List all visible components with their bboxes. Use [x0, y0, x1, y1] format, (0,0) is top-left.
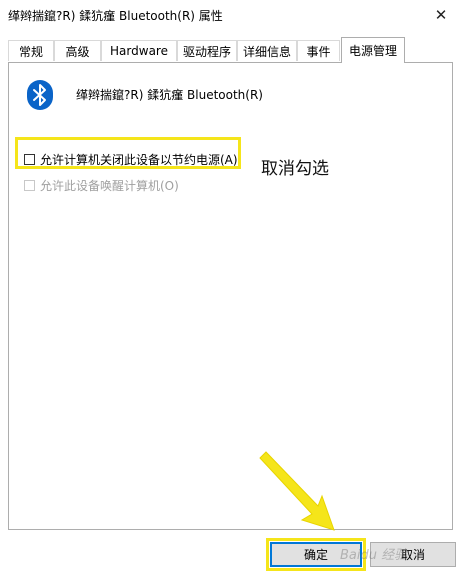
allow-wake-option: 允许此设备唤醒计算机(O) [24, 177, 179, 194]
tab-details[interactable]: 详细信息 [237, 40, 297, 61]
annotation-text: 取消勾选 [261, 159, 329, 179]
close-icon: ✕ [434, 6, 448, 24]
title-bar: 缂辫揣鑹?R) 鍒犺瘽 Bluetooth(R) 属性 ✕ [0, 0, 462, 31]
tab-events[interactable]: 事件 [297, 40, 340, 61]
allow-power-off-checkbox[interactable] [24, 154, 35, 165]
tab-panel [8, 62, 453, 530]
allow-wake-checkbox [24, 180, 35, 191]
watermark: Baidu 经验 [340, 548, 408, 563]
allow-wake-label: 允许此设备唤醒计算机(O) [40, 179, 179, 193]
tab-advanced[interactable]: 高级 [54, 40, 101, 61]
window-title: 缂辫揣鑹?R) 鍒犺瘽 Bluetooth(R) 属性 [8, 9, 223, 23]
tab-driver[interactable]: 驱动程序 [177, 40, 237, 61]
allow-power-off-label: 允许计算机关闭此设备以节约电源(A) [40, 153, 238, 167]
close-button[interactable]: ✕ [428, 3, 454, 27]
arrow-annotation-icon [259, 451, 335, 531]
tab-power-management[interactable]: 电源管理 [341, 37, 405, 63]
tab-hardware[interactable]: Hardware [101, 40, 177, 61]
device-name: 缂辫揣鑹?R) 鍒犺瘽 Bluetooth(R) [76, 88, 263, 102]
tab-general[interactable]: 常规 [8, 40, 54, 61]
allow-power-off-option[interactable]: 允许计算机关闭此设备以节约电源(A) [24, 151, 238, 168]
bluetooth-icon [27, 80, 53, 110]
